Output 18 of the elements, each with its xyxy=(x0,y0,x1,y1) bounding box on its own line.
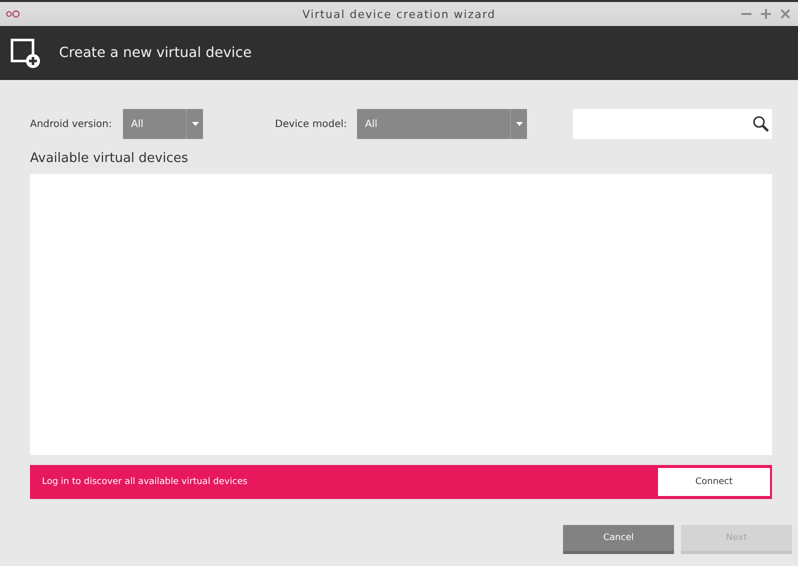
caret-icon[interactable] xyxy=(192,122,198,126)
login-message: Log in to discover all available virtual devices xyxy=(42,477,248,487)
close-button[interactable]: × xyxy=(778,6,792,22)
window-title: Virtual device creation wizard xyxy=(302,8,496,20)
caret-icon[interactable] xyxy=(516,122,522,126)
cancel-button[interactable]: Cancel xyxy=(563,525,674,554)
header-title: Create a new virtual device xyxy=(59,45,252,61)
maximize-button[interactable]: + xyxy=(759,6,773,22)
minimize-button[interactable]: − xyxy=(740,6,754,22)
filter-label: Android version: xyxy=(30,118,113,130)
filter-label: Device model: xyxy=(275,118,348,130)
add-device-icon xyxy=(10,38,40,68)
list-title: Available virtual devices xyxy=(30,151,190,166)
android-version-dropdown[interactable]: All xyxy=(123,109,203,139)
search-icon[interactable] xyxy=(752,115,770,133)
connect-button[interactable]: Connect xyxy=(658,468,770,496)
app-logo-icon xyxy=(6,10,20,18)
device-model-dropdown[interactable]: All xyxy=(357,109,527,139)
